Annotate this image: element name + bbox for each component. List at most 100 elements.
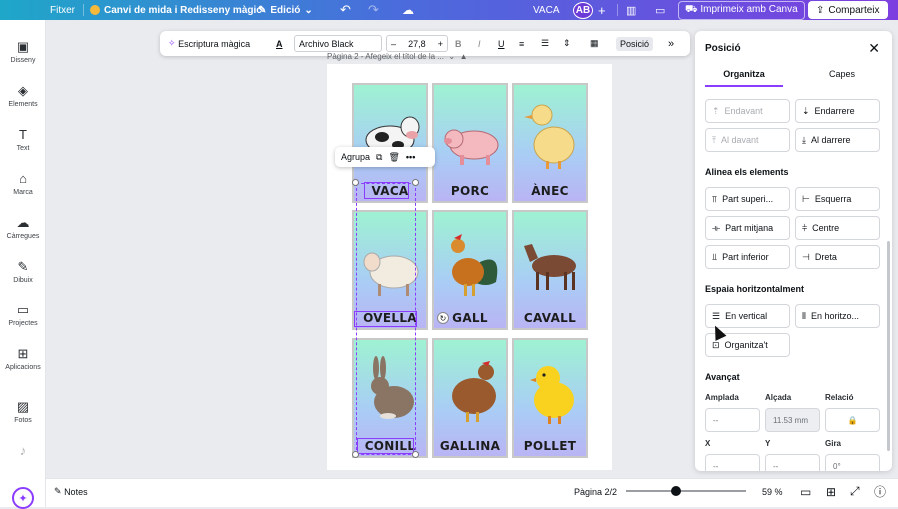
- lock-ratio-button[interactable]: 🔒: [825, 408, 880, 432]
- align-middle-button[interactable]: ⟛ Part mitjana: [705, 216, 790, 240]
- height-input[interactable]: 11.53 mm: [765, 408, 820, 432]
- resize-handle[interactable]: [412, 179, 419, 186]
- to-front-button[interactable]: ⤒ Al davant: [705, 128, 790, 152]
- animal-card-chick[interactable]: POLLET: [512, 338, 588, 458]
- animal-card-duck[interactable]: ÀNEC: [512, 83, 588, 203]
- resize-handle[interactable]: [352, 179, 359, 186]
- animal-card-hen[interactable]: GALLINA: [432, 338, 508, 458]
- edit-menu[interactable]: ✎ Edició ⌄: [258, 0, 313, 20]
- analytics-icon[interactable]: ▥: [626, 0, 636, 20]
- sidebar-item-uploads[interactable]: ☁ Càrregues: [0, 216, 46, 241]
- font-size-value[interactable]: 27,8: [408, 39, 426, 49]
- magic-sparkle-button[interactable]: ✦: [12, 487, 34, 509]
- card-label[interactable]: GALLINA: [434, 439, 506, 453]
- page-counter[interactable]: Pàgina 2/2: [574, 479, 617, 504]
- rotate-input[interactable]: 0°: [825, 454, 880, 471]
- selected-text-box[interactable]: [354, 311, 417, 327]
- tab-arrange[interactable]: Organitza: [695, 69, 793, 87]
- increase-size-icon[interactable]: +: [438, 39, 443, 49]
- tab-layers[interactable]: Capes: [793, 69, 891, 79]
- sidebar-item-projects[interactable]: ▭ Projectes: [0, 303, 46, 328]
- y-input[interactable]: --: [765, 454, 820, 471]
- selected-text-box[interactable]: [357, 438, 414, 454]
- grid-view-icon[interactable]: ⊞: [826, 479, 836, 504]
- decrease-size-icon[interactable]: –: [391, 39, 396, 49]
- forward-button[interactable]: ⇡ Endavant: [705, 99, 790, 123]
- sidebar-item-draw[interactable]: ✎ Dibuix: [0, 260, 46, 285]
- backward-button[interactable]: ⇣ Endarrere: [795, 99, 880, 123]
- sidebar-item-text[interactable]: T Text: [0, 128, 46, 153]
- fullscreen-icon[interactable]: ⤢: [850, 479, 860, 504]
- sidebar-more-icon[interactable]: ♪: [0, 444, 46, 461]
- comment-icon[interactable]: ▭: [655, 0, 665, 20]
- zoom-slider-handle[interactable]: [671, 486, 682, 496]
- list-icon[interactable]: ☰: [541, 31, 549, 56]
- left-sidebar: ▣ Disseny ◈ Elements T Text ⌂ Marca ☁ Càrregu…: [0, 20, 46, 509]
- trash-icon[interactable]: 🗑: [388, 152, 399, 163]
- help-icon[interactable]: ⓘ: [874, 479, 886, 504]
- share-button[interactable]: ⇪ Comparteix: [808, 0, 888, 20]
- zoom-level[interactable]: 59 %: [762, 479, 783, 504]
- underline-icon[interactable]: U: [498, 31, 505, 56]
- tidy-label: Organitza't: [724, 340, 768, 350]
- sidebar-item-elements[interactable]: ◈ Elements: [0, 84, 46, 109]
- forward-icon: ⇡: [712, 105, 720, 116]
- align-right-label: Dreta: [814, 252, 837, 262]
- more-options-icon[interactable]: »: [668, 31, 674, 56]
- add-collaborator-icon[interactable]: +: [598, 0, 606, 20]
- align-center-button[interactable]: ⫩ Centre: [795, 216, 880, 240]
- zoom-slider[interactable]: [626, 490, 746, 492]
- italic-icon[interactable]: I: [478, 31, 481, 56]
- doc-name[interactable]: VACA: [533, 0, 560, 20]
- space-horizontal-button[interactable]: ⦀ En horitzo...: [795, 304, 880, 328]
- spacing-icon[interactable]: ⇕: [563, 31, 571, 56]
- align-right-button[interactable]: ⊣ Dreta: [795, 245, 880, 269]
- magic-write-button[interactable]: ✧ Escriptura màgica: [168, 31, 250, 56]
- page-title[interactable]: Pàgina 2 - Afegeix el títol de la ... ⌄ …: [327, 52, 467, 61]
- rotate-handle-icon[interactable]: ↻: [437, 312, 449, 324]
- card-label[interactable]: PORC: [434, 184, 506, 198]
- align-bottom-button[interactable]: ⫫ Part inferior: [705, 245, 790, 269]
- group-button[interactable]: Agrupa: [341, 152, 370, 162]
- undo-icon[interactable]: ↶: [340, 0, 351, 20]
- align-left-button[interactable]: ⊢ Esquerra: [795, 187, 880, 211]
- design-page[interactable]: VACA PORC ÀNEC OVELLA GALL CAVALL CONILL…: [327, 64, 612, 470]
- resize-magic-button[interactable]: Canvi de mida i Redisseny màgic: [90, 0, 262, 20]
- sidebar-item-brand[interactable]: ⌂ Marca: [0, 172, 46, 197]
- font-family-value: Archivo Black: [294, 35, 382, 52]
- avatar[interactable]: AB: [573, 0, 593, 20]
- duplicate-icon[interactable]: ⧉: [376, 152, 382, 163]
- resize-handle[interactable]: [352, 451, 359, 458]
- position-button[interactable]: Posició: [616, 31, 654, 56]
- card-label[interactable]: ÀNEC: [514, 184, 586, 198]
- photo-icon: ▨: [16, 399, 30, 414]
- print-button[interactable]: ⛟ Imprimeix amb Canva: [678, 0, 805, 20]
- align-center-icon[interactable]: ≡: [519, 31, 524, 56]
- card-label[interactable]: POLLET: [514, 439, 586, 453]
- notes-button[interactable]: ✎ Notes: [54, 479, 88, 504]
- sidebar-item-design[interactable]: ▣ Disseny: [0, 40, 46, 65]
- selected-text-box[interactable]: [364, 182, 409, 199]
- file-menu[interactable]: Fitxer: [50, 0, 75, 20]
- cloud-sync-icon[interactable]: ☁: [402, 0, 414, 20]
- animal-card-pig[interactable]: PORC: [432, 83, 508, 203]
- sidebar-item-photos[interactable]: ▨ Fotos: [0, 399, 46, 425]
- x-label: X: [705, 439, 711, 448]
- panel-scrollbar[interactable]: [887, 241, 890, 451]
- align-right-icon: ⊣: [802, 251, 810, 262]
- page-view-icon[interactable]: ▭: [800, 479, 811, 504]
- width-input[interactable]: --: [705, 408, 760, 432]
- card-label[interactable]: CAVALL: [514, 311, 586, 325]
- close-icon[interactable]: ✕: [868, 40, 880, 57]
- resize-handle[interactable]: [412, 451, 419, 458]
- animal-card-horse[interactable]: CAVALL: [512, 210, 588, 330]
- sidebar-item-apps[interactable]: ⊞ Aplicacions: [0, 347, 46, 372]
- sidebar-item-label: Fotos: [14, 417, 32, 424]
- transparency-icon[interactable]: ▦: [590, 31, 599, 56]
- text-color-button[interactable]: A: [276, 31, 283, 56]
- x-input[interactable]: --: [705, 454, 760, 471]
- redo-icon[interactable]: ↷: [368, 0, 379, 20]
- align-top-button[interactable]: ⫪ Part superi...: [705, 187, 790, 211]
- more-icon[interactable]: •••: [406, 152, 415, 162]
- to-back-button[interactable]: ⤓ Al darrere: [795, 128, 880, 152]
